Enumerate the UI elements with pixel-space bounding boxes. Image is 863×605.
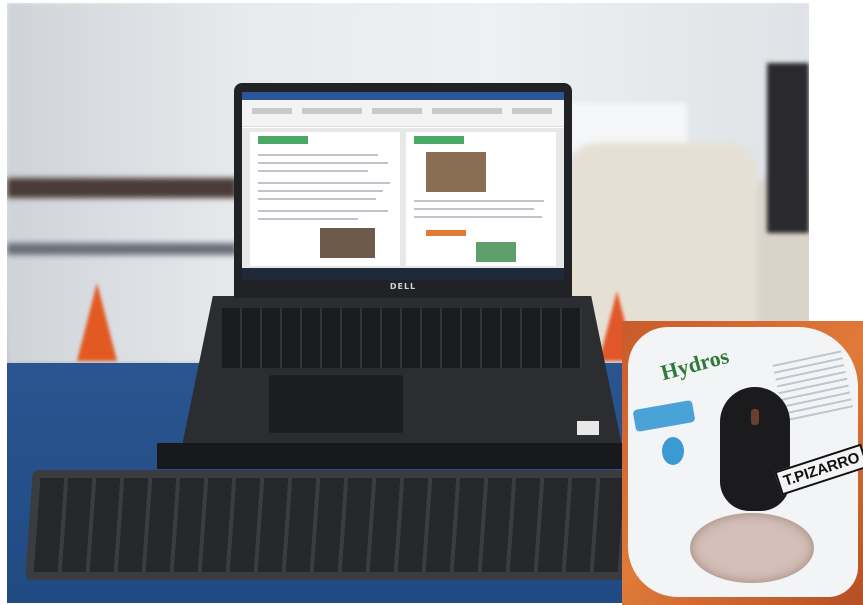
laptop-brand-logo: DELL — [389, 282, 417, 291]
laptop-screen — [242, 92, 564, 280]
laptop-sticker — [577, 421, 599, 435]
background-shelf-lower — [7, 243, 237, 255]
word-ribbon — [242, 100, 564, 127]
dark-cabinet — [767, 63, 809, 233]
laptop-keyboard — [222, 308, 582, 368]
background-shelf — [7, 178, 237, 198]
laptop-touchpad — [269, 375, 403, 433]
document-page-right — [406, 132, 556, 266]
computer-mouse — [720, 387, 790, 511]
traffic-cone-left — [77, 283, 117, 361]
document-page-left — [250, 132, 400, 266]
word-title-bar — [242, 92, 564, 100]
water-drop-icon — [662, 437, 684, 465]
mousepad-inset-photo: Hydros T.PIZARRO — [622, 321, 863, 605]
mousepad: Hydros T.PIZARRO — [628, 327, 863, 597]
document-area — [242, 128, 564, 268]
wrist-rest-gel — [690, 513, 814, 583]
faucet-icon — [632, 399, 696, 433]
windows-taskbar — [242, 268, 564, 280]
laptop-screen-bezel: DELL — [234, 83, 572, 298]
external-keyboard — [25, 470, 638, 580]
laptop-stand — [157, 443, 627, 469]
mouse-wheel — [751, 409, 759, 425]
mousepad-brand: Hydros — [658, 343, 732, 386]
